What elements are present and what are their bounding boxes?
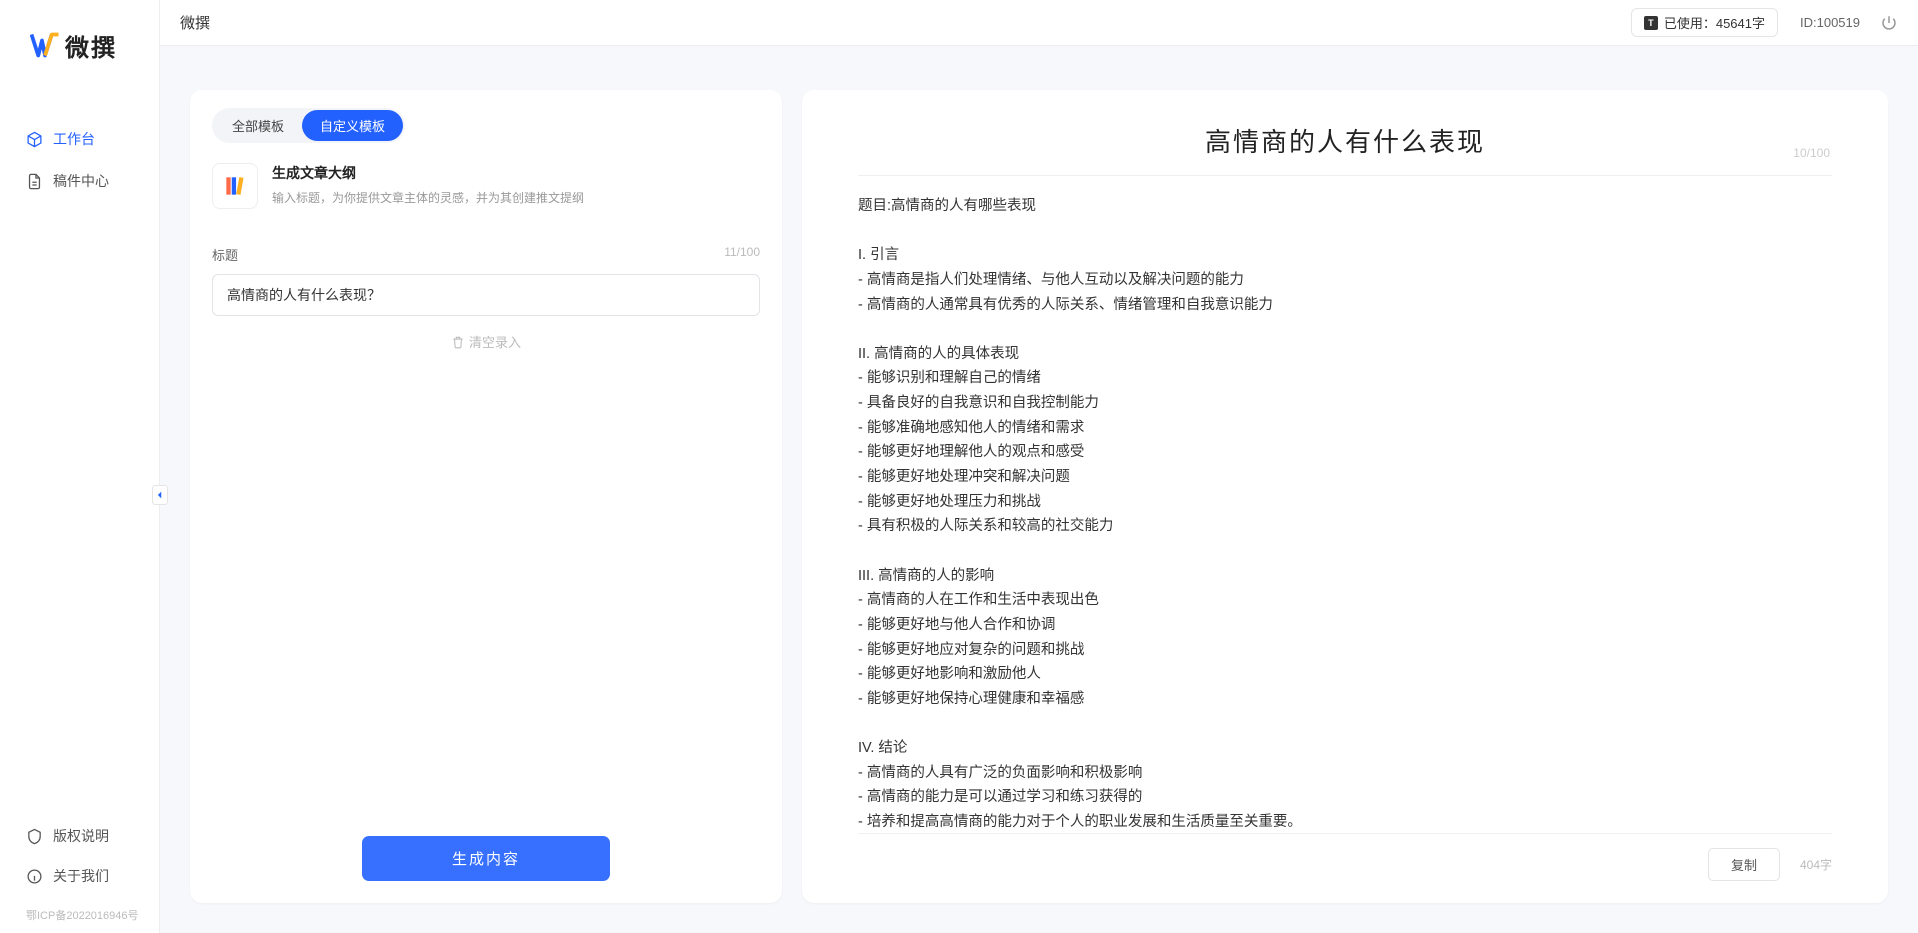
output-panel: 高情商的人有什么表现 10/100 题目:高情商的人有哪些表现 I. 引言 - …	[802, 90, 1888, 903]
sidebar: 微撰 工作台 稿件中心 版权说明 关于我们	[0, 0, 160, 933]
nav-workbench[interactable]: 工作台	[0, 120, 159, 158]
nav-workbench-label: 工作台	[53, 129, 95, 149]
info-icon	[26, 868, 43, 885]
usage-icon: T	[1644, 16, 1658, 30]
chevron-left-icon	[155, 490, 165, 500]
title-field-label: 标题	[212, 245, 238, 264]
tab-all-templates[interactable]: 全部模板	[214, 110, 302, 141]
logo[interactable]: 微撰	[0, 0, 159, 90]
usage-pill[interactable]: T 已使用：45641字	[1631, 8, 1778, 37]
template-title: 生成文章大纲	[272, 163, 584, 183]
output-title-counter: 10/100	[1793, 146, 1830, 160]
output-footer: 复制 404字	[858, 833, 1832, 881]
shield-icon	[26, 828, 43, 845]
top-header: 微撰 T 已使用：45641字 ID:100519	[160, 0, 1918, 46]
nav-drafts-label: 稿件中心	[53, 171, 109, 191]
logo-text: 微撰	[65, 28, 117, 63]
title-field-label-row: 标题 11/100	[212, 245, 760, 264]
usage-label: 已使用：45641字	[1664, 13, 1765, 32]
title-char-counter: 11/100	[724, 245, 760, 264]
clear-input-label: 清空录入	[469, 332, 521, 351]
trash-icon	[451, 335, 465, 349]
main: 全部模板 自定义模板 生成文章大纲 输入标题，为你提供文章主体的灵感，并为其创建…	[160, 46, 1918, 933]
user-id-label: ID:100519	[1800, 15, 1860, 30]
title-input[interactable]	[212, 274, 760, 316]
power-icon[interactable]	[1880, 14, 1898, 32]
template-desc: 输入标题，为你提供文章主体的灵感，并为其创建推文提纲	[272, 189, 584, 206]
document-icon	[26, 173, 43, 190]
nav-about-label: 关于我们	[53, 866, 109, 886]
tab-custom-templates[interactable]: 自定义模板	[302, 110, 403, 141]
nav-copyright[interactable]: 版权说明	[0, 817, 159, 855]
output-title: 高情商的人有什么表现	[858, 122, 1832, 176]
nav-drafts[interactable]: 稿件中心	[0, 162, 159, 200]
nav-copyright-label: 版权说明	[53, 826, 109, 846]
template-tabs: 全部模板 自定义模板	[212, 108, 405, 143]
sidebar-collapse-handle[interactable]	[152, 485, 168, 505]
copy-button[interactable]: 复制	[1708, 848, 1780, 881]
books-icon	[212, 163, 258, 209]
bottom-nav: 版权说明 关于我们	[0, 817, 159, 895]
output-body[interactable]: 题目:高情商的人有哪些表现 I. 引言 - 高情商是指人们处理情绪、与他人互动以…	[858, 194, 1832, 833]
nav: 工作台 稿件中心	[0, 120, 159, 200]
page-title: 微撰	[180, 12, 210, 33]
input-panel: 全部模板 自定义模板 生成文章大纲 输入标题，为你提供文章主体的灵感，并为其创建…	[190, 90, 782, 903]
cube-icon	[26, 131, 43, 148]
nav-about[interactable]: 关于我们	[0, 857, 159, 895]
clear-input-button[interactable]: 清空录入	[212, 332, 760, 351]
word-count: 404字	[1800, 856, 1832, 873]
logo-icon	[30, 30, 60, 60]
generate-button[interactable]: 生成内容	[362, 836, 610, 881]
icp-text: 鄂ICP备2022016946号	[0, 901, 159, 933]
template-card: 生成文章大纲 输入标题，为你提供文章主体的灵感，并为其创建推文提纲	[212, 163, 760, 209]
